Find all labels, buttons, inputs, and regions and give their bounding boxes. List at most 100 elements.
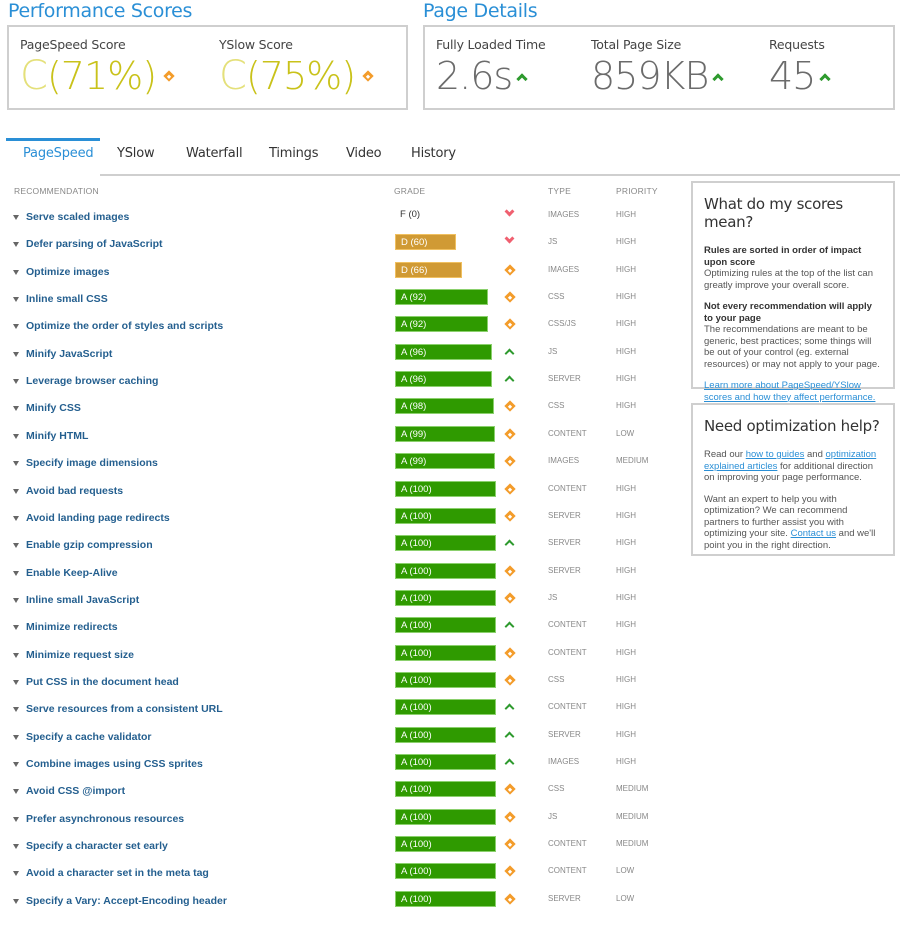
expand-triangle-icon[interactable] — [13, 461, 19, 467]
table-row[interactable]: Serve resources from a consistent URL A (… — [0, 698, 680, 725]
table-row[interactable]: Put CSS in the document head A (100) CSS HI… — [0, 671, 680, 698]
table-row[interactable]: Defer parsing of JavaScript D (60) JS HIGH — [0, 233, 680, 260]
recommendation-name[interactable]: Avoid landing page redirects — [26, 512, 170, 524]
expand-triangle-icon[interactable] — [13, 242, 19, 248]
expand-triangle-icon[interactable] — [13, 515, 19, 521]
expand-triangle-icon[interactable] — [13, 406, 19, 412]
table-row[interactable]: Enable gzip compression A (100) SERVER HIGH — [0, 534, 680, 561]
expand-triangle-icon[interactable] — [13, 652, 19, 658]
table-row[interactable]: Prefer asynchronous resources A (100) JS ME… — [0, 808, 680, 835]
recommendation-name[interactable]: Avoid bad requests — [26, 485, 123, 497]
table-row[interactable]: Combine images using CSS sprites A (100) I… — [0, 753, 680, 780]
table-row[interactable]: Leverage browser caching A (96) SERVER HIGH — [0, 370, 680, 397]
recommendation-name[interactable]: Minimize request size — [26, 649, 134, 661]
table-row[interactable]: Minify HTML A (99) CONTENT LOW — [0, 425, 680, 452]
recommendation-name[interactable]: Minify CSS — [26, 402, 81, 414]
grade-bar: D (66) — [395, 261, 462, 278]
recommendation-name[interactable]: Optimize images — [26, 266, 109, 278]
how-to-guides-link[interactable]: how to guides — [746, 449, 805, 460]
tab-pagespeed[interactable]: PageSpeed — [23, 146, 94, 161]
recommendation-name[interactable]: Avoid a character set in the meta tag — [26, 867, 209, 879]
expand-triangle-icon[interactable] — [13, 625, 19, 631]
expand-triangle-icon[interactable] — [13, 543, 19, 549]
tab-video[interactable]: Video — [346, 146, 382, 161]
table-row[interactable]: Minify JavaScript A (96) JS HIGH — [0, 343, 680, 370]
tab-timings[interactable]: Timings — [269, 146, 318, 161]
contact-us-link[interactable]: Contact us — [791, 528, 836, 539]
rule-priority: MEDIUM — [616, 811, 649, 821]
table-row[interactable]: Avoid a character set in the meta tag A (… — [0, 862, 680, 889]
table-row[interactable]: Specify a cache validator A (100) SERVER HI… — [0, 726, 680, 753]
expand-triangle-icon[interactable] — [13, 679, 19, 685]
expand-triangle-icon[interactable] — [13, 215, 19, 220]
recommendation-name[interactable]: Minimize redirects — [26, 621, 118, 633]
table-row[interactable]: Specify image dimensions A (99) IMAGES MEDI… — [0, 452, 680, 479]
expand-triangle-icon[interactable] — [13, 816, 19, 822]
recommendation-name[interactable]: Optimize the order of styles and scripts — [26, 320, 223, 332]
table-row[interactable]: Minimize redirects A (100) CONTENT HIGH — [0, 616, 680, 643]
rule-type: IMAGES — [548, 456, 580, 466]
expand-triangle-icon[interactable] — [13, 898, 19, 904]
table-row[interactable]: Avoid CSS @import A (100) CSS MEDIUM — [0, 780, 680, 807]
diamond-icon-glyph — [504, 318, 516, 331]
recommendation-name[interactable]: Serve resources from a consistent URL — [26, 703, 223, 715]
expand-triangle-icon[interactable] — [13, 324, 19, 330]
table-row[interactable]: Serve scaled images F (0) IMAGES HIGH — [0, 206, 680, 233]
column-header-priority: PRIORITY — [616, 186, 658, 196]
tab-yslow[interactable]: YSlow — [117, 146, 155, 161]
expand-triangle-icon[interactable] — [13, 597, 19, 603]
recommendation-name[interactable]: Inline small JavaScript — [26, 594, 139, 606]
table-row[interactable]: Enable Keep-Alive A (100) SERVER HIGH — [0, 562, 680, 589]
diamond-icon-glyph — [504, 455, 516, 467]
expand-triangle-icon[interactable] — [13, 707, 19, 713]
performance-scores-panel: PageSpeed Score C (71%) YSlow Score C (7… — [7, 25, 408, 110]
table-row[interactable]: Inline small JavaScript A (100) JS HIGH — [0, 589, 680, 616]
recommendation-name[interactable]: Specify a Vary: Accept-Encoding header — [26, 895, 227, 907]
recommendation-name[interactable]: Inline small CSS — [26, 293, 108, 305]
expand-triangle-icon[interactable] — [13, 379, 19, 385]
table-row[interactable]: Avoid landing page redirects A (100) SERVE… — [0, 507, 680, 534]
expand-triangle-icon[interactable] — [13, 570, 19, 576]
tab-history[interactable]: History — [411, 146, 456, 161]
learn-more-link[interactable]: Learn more about PageSpeed/YSlow scores … — [704, 380, 875, 403]
diamond-icon — [504, 592, 516, 604]
expand-triangle-icon[interactable] — [13, 297, 19, 303]
table-row[interactable]: Minimize request size A (100) CONTENT HIGH — [0, 644, 680, 671]
recommendation-name[interactable]: Put CSS in the document head — [26, 676, 179, 688]
expand-triangle-icon[interactable] — [13, 351, 19, 357]
recommendation-name[interactable]: Leverage browser caching — [26, 375, 158, 387]
recommendation-name[interactable]: Minify JavaScript — [26, 348, 112, 360]
diamond-icon-glyph — [504, 510, 516, 522]
table-row[interactable]: Optimize images D (66) IMAGES HIGH — [0, 261, 680, 288]
recommendation-name[interactable]: Enable gzip compression — [26, 539, 153, 551]
recommendation-name[interactable]: Specify a cache validator — [26, 731, 151, 743]
table-row[interactable]: Optimize the order of styles and scripts… — [0, 315, 680, 342]
recommendation-name[interactable]: Avoid CSS @import — [26, 785, 125, 797]
recommendation-name[interactable]: Enable Keep-Alive — [26, 567, 118, 579]
recommendation-name[interactable]: Serve scaled images — [26, 211, 129, 223]
tab-waterfall[interactable]: Waterfall — [186, 146, 243, 161]
rule-priority: HIGH — [616, 510, 636, 520]
expand-triangle-icon[interactable] — [13, 734, 19, 740]
recommendation-name[interactable]: Prefer asynchronous resources — [26, 813, 184, 825]
recommendation-name[interactable]: Specify a character set early — [26, 840, 168, 852]
recommendation-name[interactable]: Specify image dimensions — [26, 457, 158, 469]
table-row[interactable]: Specify a character set early A (100) CONT… — [0, 835, 680, 862]
expand-triangle-icon[interactable] — [13, 871, 19, 877]
recommendation-name[interactable]: Defer parsing of JavaScript — [26, 238, 163, 250]
grade-bar: A (100) — [395, 863, 496, 880]
expand-triangle-icon[interactable] — [13, 789, 19, 795]
recommendation-name[interactable]: Minify HTML — [26, 430, 88, 442]
table-row[interactable]: Avoid bad requests A (100) CONTENT HIGH — [0, 480, 680, 507]
diamond-icon — [504, 646, 516, 659]
expand-triangle-icon[interactable] — [13, 762, 19, 767]
expand-triangle-icon[interactable] — [13, 844, 19, 850]
table-row[interactable]: Inline small CSS A (92) CSS HIGH — [0, 288, 680, 315]
expand-triangle-icon[interactable] — [13, 488, 19, 494]
recommendation-name[interactable]: Combine images using CSS sprites — [26, 758, 203, 770]
expand-triangle-icon[interactable] — [13, 269, 19, 275]
fully-loaded-time: Fully Loaded Time 2.6s — [436, 37, 546, 96]
expand-triangle-icon[interactable] — [13, 433, 19, 439]
table-row[interactable]: Minify CSS A (98) CSS HIGH — [0, 397, 680, 424]
table-row[interactable]: Specify a Vary: Accept-Encoding header A … — [0, 890, 680, 917]
